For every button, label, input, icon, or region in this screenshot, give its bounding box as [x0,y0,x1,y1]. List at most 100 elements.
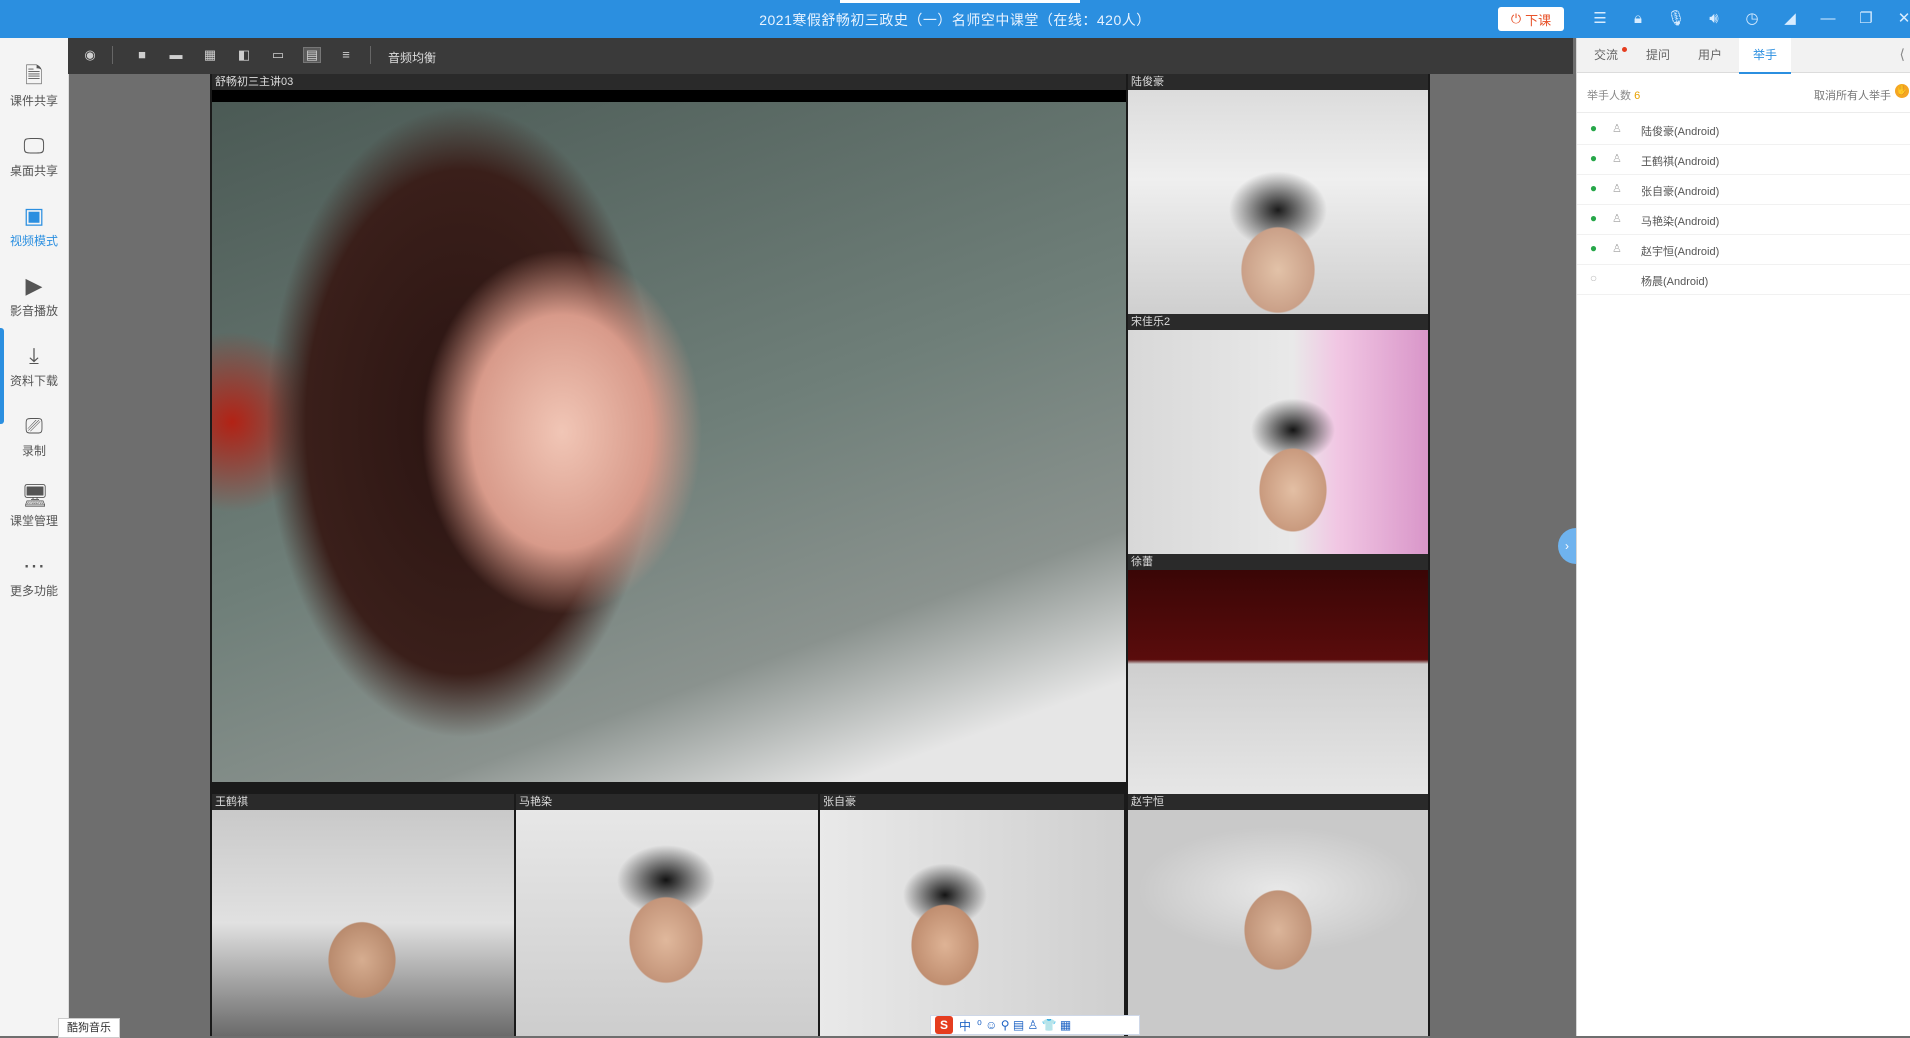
raised-hand-row[interactable]: ● ♙ 赵宇恒(Android) [1577,234,1910,265]
raised-hand-name: 杨晨(Android) [1641,276,1709,288]
tab-raise-hand[interactable]: 举手 [1739,38,1791,74]
left-sidebar: 🗎 课件共享 🖵 桌面共享 ▣ 视频模式 ▶ 影音播放 ⤓ 资料下载 ⎚ 录制 … [0,38,69,1036]
speaker-icon[interactable]: 🔊︎ [1704,9,1724,29]
sogou-logo-icon: S [935,1016,953,1034]
mic-icon[interactable]: 🎙︎ [1666,9,1686,29]
classroom-icon: 🖥︎ [21,483,49,508]
audio-balance-button[interactable]: 音频均衡 [388,49,436,66]
layout-strip-icon[interactable]: ▭ [270,48,286,62]
mic-icon[interactable]: ♙ [1612,152,1622,165]
video-feed [1128,810,1428,1036]
sidebar-item-label: 录制 [21,444,46,458]
raised-hand-row[interactable]: ● ♙ 陆俊豪(Android) [1577,114,1910,145]
minimize-icon[interactable]: — [1818,9,1838,29]
toolbar-divider [370,46,371,64]
raised-hand-name: 赵宇恒(Android) [1641,246,1720,258]
raised-hand-name: 陆俊豪(Android) [1641,126,1720,138]
video-tile-name: 舒畅初三主讲03 [212,74,1126,90]
sidebar-item-record[interactable]: ⎚ 录制 [0,402,68,464]
hand-count: 举手人数 6 [1587,87,1640,103]
video-feed [212,810,514,1036]
video-tile-name: 马艳染 [516,794,818,810]
raised-hand-name: 张自豪(Android) [1641,186,1720,198]
raised-hand-row[interactable]: ● ♙ 王鹤祺(Android) [1577,144,1910,175]
end-class-label: 下课 [1525,12,1552,28]
signal-icon: ◢ [1784,10,1796,27]
document-icon: 🗎 [25,63,43,88]
tab-chat[interactable]: 交流 [1583,38,1629,72]
lock-icon[interactable]: 🔒︎ [1628,9,1648,29]
unread-dot-icon [1622,47,1627,52]
ime-tools-icons[interactable]: ⁰ ☺ ⚲ ▤ ♙ 👕 ▦ [977,1018,1071,1032]
video-feed [212,102,1126,782]
play-icon: ▶ [25,273,43,298]
layout-toolbar: ◉ ■ ▬ ▦ ◧ ▭ ▤ ≡ 音频均衡 [68,38,1573,74]
tab-label: 提问 [1645,48,1670,62]
raised-hand-row[interactable]: ○ 杨晨(Android) [1577,264,1910,295]
panel-pin-icon[interactable]: ⟨ [1900,46,1905,63]
window-controls: ☰ 🔒︎ 🎙︎ 🔊︎ ◷ ◢ — ❐ ✕ [1590,9,1910,29]
layout-list-icon[interactable]: ≡ [338,48,354,62]
video-tile-name: 陆俊豪 [1128,74,1428,90]
taskbar-music-label[interactable]: 酷狗音乐 [58,1018,120,1038]
restore-icon[interactable]: ❐ [1856,9,1876,29]
sidebar-item-courseware[interactable]: 🗎 课件共享 [0,52,68,114]
hand-icon[interactable]: ✋ [1895,84,1909,98]
video-tile-student[interactable]: 马艳染 [516,794,818,1036]
raised-hand-row[interactable]: ● ♙ 张自豪(Android) [1577,174,1910,205]
ime-language[interactable]: 中 [959,1017,971,1034]
raised-hand-name: 王鹤祺(Android) [1641,156,1720,168]
sidebar-item-video-mode[interactable]: ▣ 视频模式 [0,192,68,254]
close-icon[interactable]: ✕ [1894,9,1910,29]
video-tile-student[interactable]: 陆俊豪 [1128,74,1428,314]
toolbar-divider [112,46,113,64]
hand-count-label: 举手人数 [1587,90,1631,102]
mic-icon[interactable]: ♙ [1612,182,1622,195]
sidebar-item-label: 课堂管理 [9,514,58,528]
title-bar: 2021寒假舒畅初三政史（一）名师空中课堂（在线：420人） ⏻ 下课 ☰ 🔒︎… [0,0,1910,38]
sidebar-item-label: 桌面共享 [9,164,58,178]
ime-toolbar[interactable]: S 中 ⁰ ☺ ⚲ ▤ ♙ 👕 ▦ [930,1015,1140,1035]
right-panel: 交流 提问 用户 举手 ⟨ 举手人数 6 取消所有人举手 ✋ ● ♙ 陆俊豪(A… [1576,38,1910,1036]
layout-4-icon[interactable]: ▦ [202,48,218,62]
video-tile-student[interactable]: 宋佳乐2 [1128,314,1428,554]
tab-questions[interactable]: 提问 [1635,38,1681,72]
mic-icon[interactable]: ♙ [1612,122,1622,135]
status-on-icon: ● [1589,121,1598,135]
tab-label: 举手 [1752,48,1777,62]
sidebar-item-media-play[interactable]: ▶ 影音播放 [0,262,68,324]
download-icon: ⤓ [29,343,39,368]
layout-main-grid-icon[interactable]: ▤ [303,47,321,63]
video-tile-student[interactable]: 徐蕾 [1128,554,1428,794]
cancel-all-hands-button[interactable]: 取消所有人举手 [1814,87,1891,103]
video-tile-student[interactable]: 王鹤祺 [212,794,514,1036]
clock-icon[interactable]: ◷ [1742,9,1762,29]
sidebar-item-classroom[interactable]: 🖥︎ 课堂管理 [0,472,68,534]
user-icon[interactable]: ◉ [82,48,98,62]
sidebar-item-label: 视频模式 [9,234,58,248]
mic-icon[interactable]: ♙ [1612,212,1622,225]
sidebar-item-desktop-share[interactable]: 🖵 桌面共享 [0,122,68,184]
status-on-icon: ● [1589,241,1598,255]
menu-icon[interactable]: ☰ [1590,9,1610,29]
sidebar-item-more[interactable]: ⋯ 更多功能 [0,542,68,604]
video-stage: 舒畅初三主讲03 陆俊豪 宋佳乐2 徐蕾 王鹤祺 马艳染 张自豪 赵宇恒 [210,74,1430,1036]
layout-2-icon[interactable]: ▬ [168,48,184,62]
video-mode-icon: ▣ [23,203,45,228]
layout-1-icon[interactable]: ■ [134,48,150,62]
sidebar-item-download[interactable]: ⤓ 资料下载 [0,332,68,394]
hand-count-value: 6 [1634,90,1641,102]
mic-icon[interactable]: ♙ [1612,242,1622,255]
tab-label: 用户 [1697,48,1722,62]
raised-hand-row[interactable]: ● ♙ 马艳染(Android) [1577,204,1910,235]
sidebar-item-label: 资料下载 [9,374,58,388]
video-tile-student[interactable]: 赵宇恒 [1128,794,1428,1036]
tab-label: 交流 [1593,48,1618,62]
video-feed [516,810,818,1036]
tab-users[interactable]: 用户 [1687,38,1733,72]
video-tile-teacher[interactable]: 舒畅初三主讲03 [212,74,1126,782]
end-class-button[interactable]: ⏻ 下课 [1498,7,1564,31]
layout-split-icon[interactable]: ◧ [236,48,252,62]
video-tile-student[interactable]: 张自豪 [820,794,1124,1036]
panel-collapse-handle[interactable]: › [1558,528,1576,564]
